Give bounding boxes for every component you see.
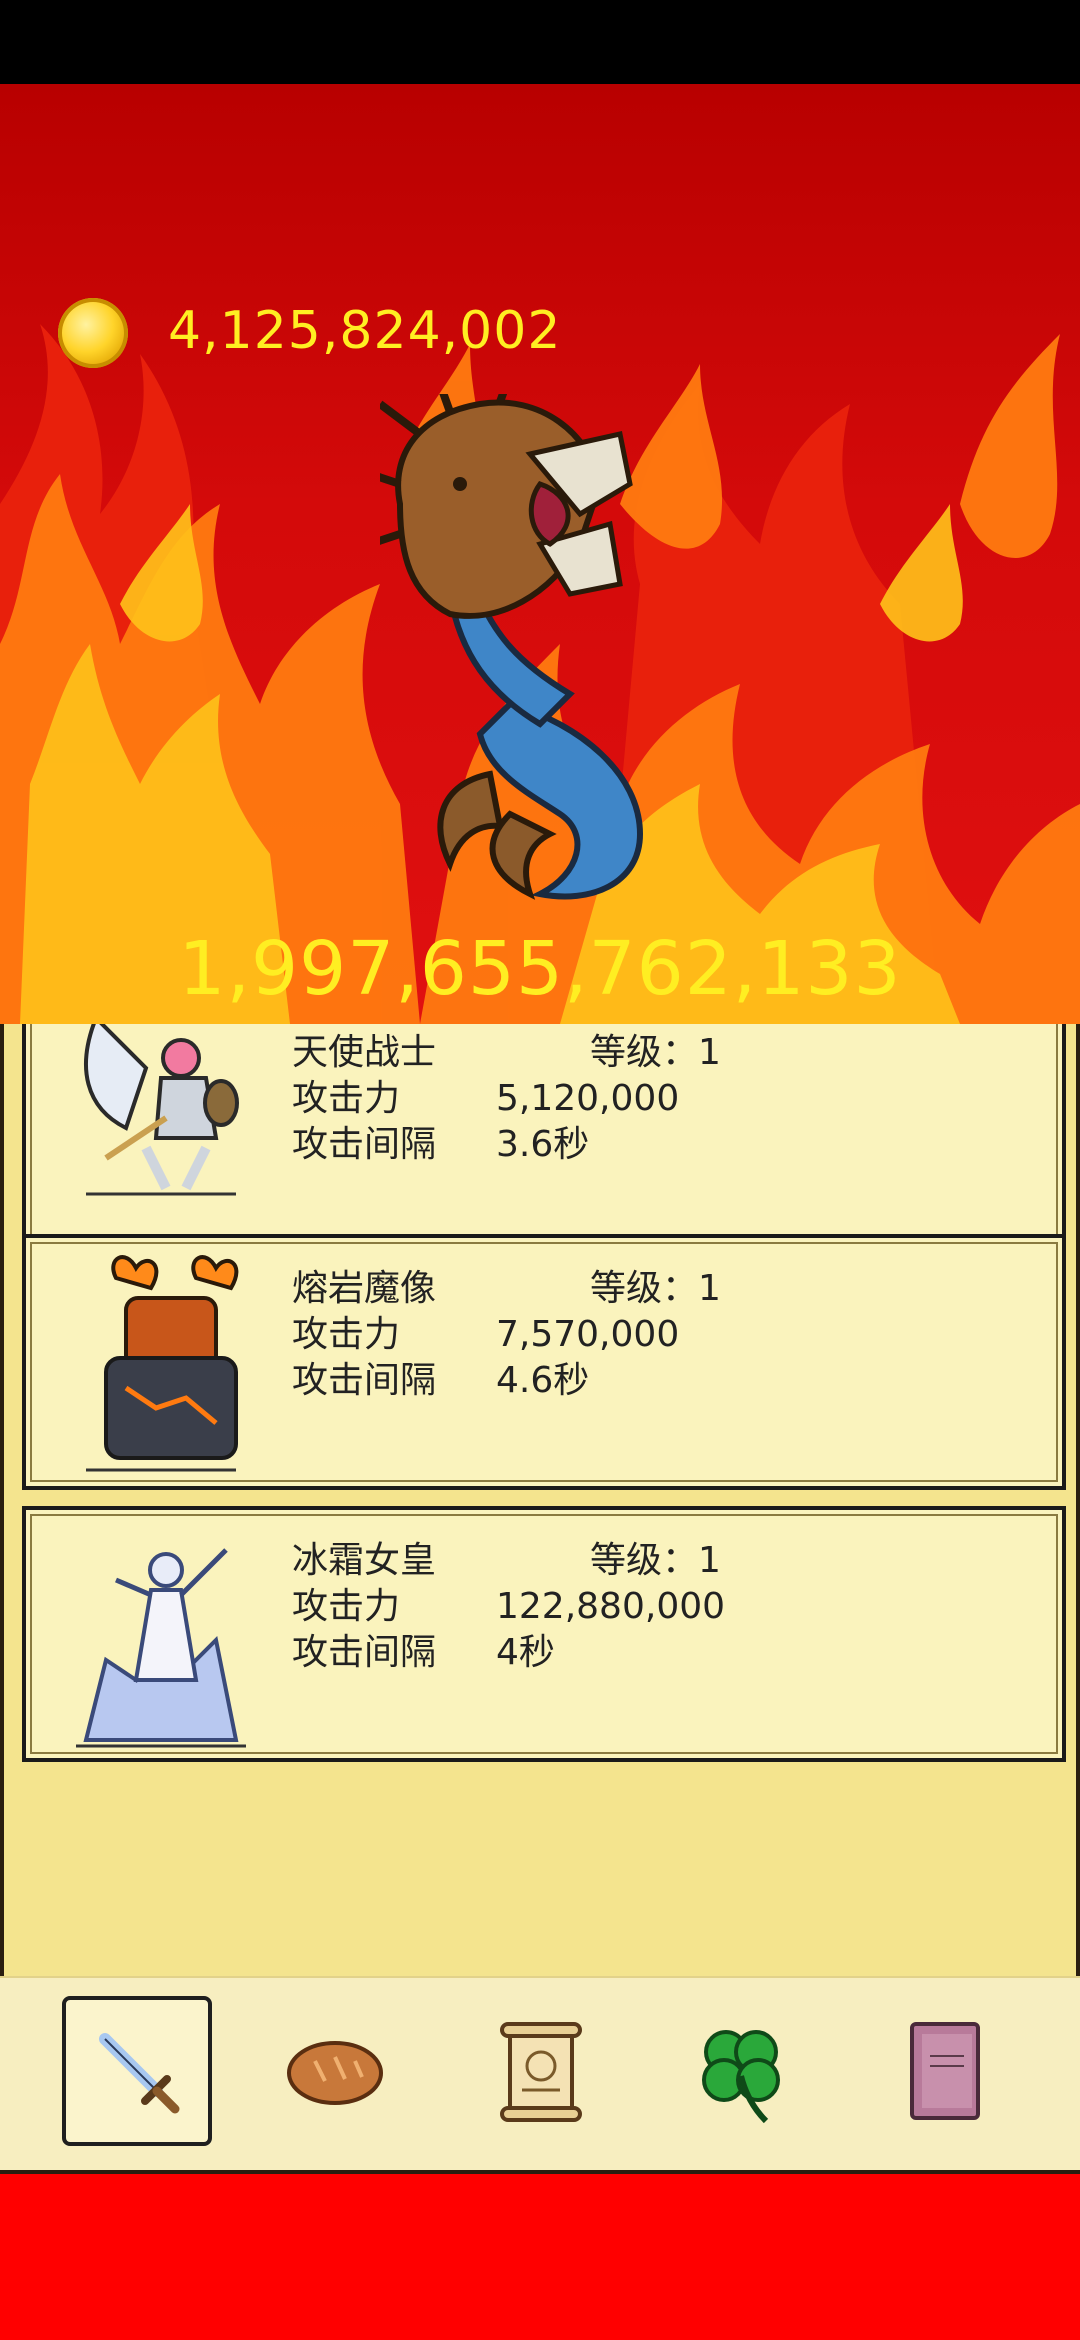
attack-value: 122,880,000 <box>496 1586 726 1627</box>
boss-hp: 1,997,655,762,133 <box>178 926 902 1012</box>
sword-icon <box>99 2033 180 2114</box>
tab-luck[interactable] <box>666 1996 816 2146</box>
interval-value: 4.6秒 <box>496 1360 590 1401</box>
bread-icon <box>287 2041 383 2105</box>
book-icon <box>910 2022 980 2120</box>
serpent-dragon-boss[interactable] <box>380 394 720 914</box>
tab-food[interactable] <box>260 1996 410 2146</box>
attack-label: 攻击力 <box>292 1586 401 1627</box>
hero-name: 天使战士 <box>292 1032 437 1073</box>
lava-golem-portrait <box>86 1255 239 1472</box>
interval-label: 攻击间隔 <box>292 1632 437 1673</box>
footer-fire-strip <box>0 2170 1080 2340</box>
hero-level: 等级：1 <box>590 1032 721 1073</box>
interval-label: 攻击间隔 <box>292 1124 437 1165</box>
tab-scroll[interactable] <box>465 1996 615 2146</box>
tab-heroes[interactable] <box>62 1996 212 2146</box>
attack-label: 攻击力 <box>292 1314 401 1355</box>
hero-level: 等级：1 <box>590 1268 721 1309</box>
frost-queen-portrait <box>76 1548 246 1748</box>
hero-card[interactable]: 冰霜女皇 等级：1 攻击力 122,880,000 攻击间隔 4秒 <box>22 1506 1066 1762</box>
scroll-icon <box>500 2022 582 2122</box>
battle-arena[interactable]: 4,125,824,002 1,997,655,762,133 <box>0 84 1080 1024</box>
attack-label: 攻击力 <box>292 1078 401 1119</box>
hero-card[interactable]: 熔岩魔像 等级：1 攻击力 7,570,000 攻击间隔 4.6秒 <box>22 1234 1066 1490</box>
tab-book[interactable] <box>870 1996 1020 2146</box>
hero-name: 熔岩魔像 <box>292 1268 437 1309</box>
interval-label: 攻击间隔 <box>292 1360 437 1401</box>
hero-level: 等级：1 <box>590 1540 721 1581</box>
bottom-tab-bar <box>0 1976 1080 2172</box>
angel-warrior-portrait <box>84 1024 239 1196</box>
interval-value: 4秒 <box>496 1632 555 1673</box>
gold-amount: 4,125,824,002 <box>168 301 562 361</box>
hero-card[interactable]: 天使战士 等级：1 攻击力 5,120,000 攻击间隔 3.6秒 <box>22 1024 1066 1244</box>
status-bar <box>0 0 1080 84</box>
attack-value: 5,120,000 <box>496 1078 680 1119</box>
attack-value: 7,570,000 <box>496 1314 680 1355</box>
hero-name: 冰霜女皇 <box>292 1540 437 1581</box>
interval-value: 3.6秒 <box>496 1124 590 1165</box>
clover-icon <box>702 2030 780 2124</box>
gold-coin-icon <box>58 298 128 368</box>
